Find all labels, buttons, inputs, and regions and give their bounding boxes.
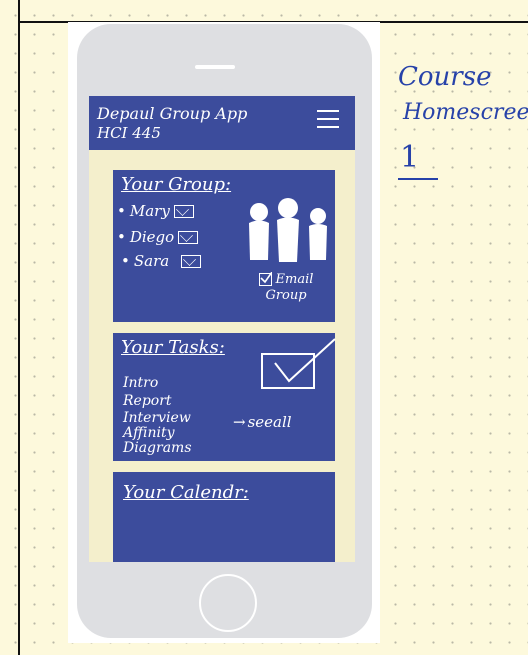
- hamburger-menu-icon[interactable]: [317, 110, 339, 132]
- member-item[interactable]: • Diego: [117, 228, 199, 246]
- annotation-underline: [398, 178, 438, 180]
- group-people-icon: [249, 198, 327, 262]
- page-top-line: [18, 0, 528, 23]
- arrow-right-icon: →: [233, 413, 246, 431]
- annotation-course: Course: [398, 62, 492, 92]
- member-name: Sara: [133, 252, 170, 270]
- email-group-label: Email Group: [265, 272, 314, 303]
- see-all-label: seeall: [247, 413, 292, 431]
- member-item[interactable]: • Mary: [117, 202, 194, 220]
- envelope-icon[interactable]: [181, 254, 202, 268]
- envelope-icon[interactable]: [178, 230, 199, 244]
- calendar-card[interactable]: Your Calendr:: [113, 472, 335, 562]
- envelope-icon[interactable]: [173, 204, 194, 218]
- group-card-title: Your Group:: [121, 174, 232, 195]
- phone-speaker: [195, 65, 235, 69]
- app-title: Depaul Group App: [97, 104, 248, 123]
- member-item[interactable]: • Sara: [121, 252, 202, 270]
- member-name: Mary: [129, 202, 170, 220]
- task-item[interactable]: Intro: [123, 375, 158, 391]
- task-item[interactable]: Affinity Diagrams: [123, 426, 193, 456]
- checkbox-icon: [258, 272, 272, 286]
- see-all-link[interactable]: → seeall: [233, 413, 292, 431]
- member-bullet-icon: •: [121, 252, 130, 270]
- group-card: Your Group: • Mary • Diego • Sara Email …: [113, 170, 335, 322]
- member-bullet-icon: •: [117, 228, 126, 246]
- annotation-number: 1: [400, 140, 420, 175]
- app-header: Depaul Group App HCI 445: [89, 96, 355, 150]
- page-margin-line: [18, 0, 20, 655]
- app-subtitle: HCI 445: [97, 124, 161, 142]
- member-bullet-icon: •: [117, 202, 126, 220]
- member-name: Diego: [129, 228, 175, 246]
- home-button[interactable]: [199, 574, 257, 632]
- tasks-card-title: Your Tasks:: [121, 337, 225, 358]
- calendar-card-title: Your Calendr:: [123, 482, 249, 503]
- email-group-button[interactable]: Email Group: [241, 272, 331, 304]
- tasks-card: Your Tasks: Intro Report Interview Affin…: [113, 333, 336, 461]
- checkbox-icon[interactable]: [261, 338, 336, 389]
- annotation-homescreen: Homescreen: [403, 100, 528, 125]
- task-item[interactable]: Interview: [123, 410, 191, 426]
- task-item[interactable]: Report: [123, 393, 172, 409]
